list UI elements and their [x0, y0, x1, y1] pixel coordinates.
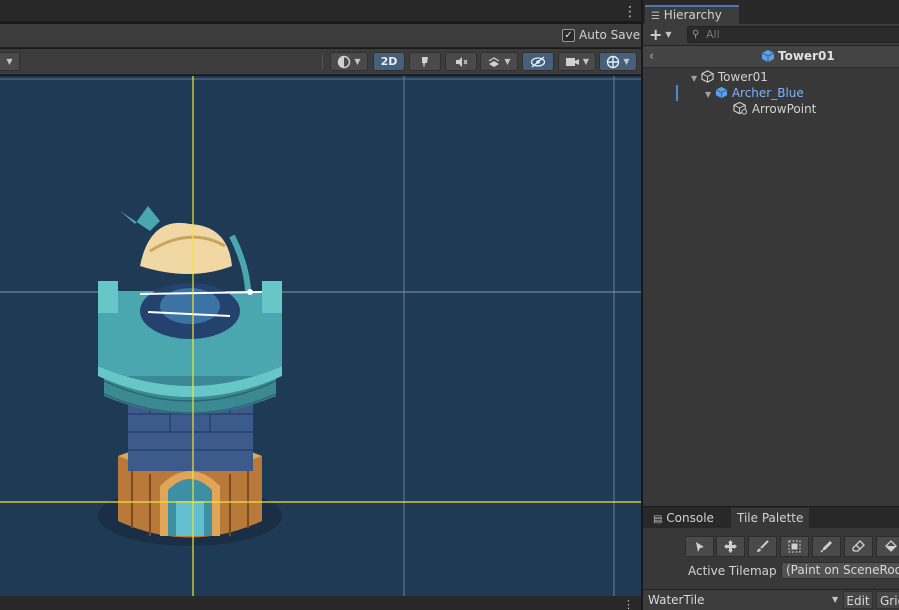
selection-marker: [676, 85, 678, 101]
palette-value: WaterTile: [648, 593, 705, 607]
scene-visibility-toggle[interactable]: [522, 52, 554, 71]
hierarchy-list-icon: ☰: [651, 11, 660, 22]
eraser-tool-button[interactable]: [844, 536, 873, 557]
prefab-cube-icon: [715, 86, 728, 99]
tree-item-tower01[interactable]: ▼ Tower01: [691, 69, 768, 85]
cube-icon: [733, 101, 748, 115]
active-tilemap-label: Active Tilemap: [688, 564, 777, 578]
scene-toolbar: ▼ ▼ 2D ▼ ▼ ▼: [0, 49, 641, 75]
expand-triangle-icon[interactable]: ▼: [705, 90, 711, 99]
tree-item-label: ArrowPoint: [751, 102, 817, 116]
tab-tile-palette[interactable]: Tile Palette: [731, 508, 810, 529]
scene-tab-bar: ⋮: [0, 0, 641, 22]
hierarchy-search-input[interactable]: ⚲ All: [687, 26, 899, 43]
kebab-menu-icon[interactable]: ⋮: [623, 598, 634, 610]
expand-triangle-icon[interactable]: ▼: [691, 74, 697, 83]
bottom-tab-bar: ▤ Console Tile Palette: [643, 506, 899, 529]
cube-icon: [701, 70, 714, 83]
effects-icon: [489, 56, 500, 67]
palette-dropdown[interactable]: WaterTile ▼: [645, 591, 841, 609]
palette-row: WaterTile ▼ Edit Grid: [643, 589, 899, 610]
active-tilemap-value: (Paint on SceneRoo: [786, 563, 899, 577]
search-icon: ⚲: [692, 29, 700, 40]
picker-tool-icon: [820, 541, 832, 553]
tab-hierarchy[interactable]: ☰ Hierarchy: [645, 5, 739, 24]
toolbar-divider: [322, 54, 323, 70]
lighting-toggle[interactable]: [409, 52, 441, 71]
tab-console[interactable]: ▤ Console: [647, 508, 720, 529]
tile-palette-panel: Active Tilemap (Paint on SceneRoo: [643, 528, 899, 588]
eraser-tool-icon: [852, 540, 865, 552]
tree-item-label: Archer_Blue: [731, 86, 804, 100]
chevron-down-icon: ▼: [832, 595, 839, 604]
active-tilemap-dropdown[interactable]: (Paint on SceneRoo: [781, 562, 899, 579]
hierarchy-prefab-header: ‹ Tower01: [643, 46, 899, 68]
camera-dropdown[interactable]: ▼: [558, 52, 596, 71]
view-2d-toggle[interactable]: 2D: [373, 52, 405, 71]
back-icon[interactable]: ‹: [649, 49, 654, 64]
visibility-icon: [530, 56, 546, 67]
tree-item-label: Tower01: [717, 70, 768, 84]
add-object-button[interactable]: + ▼: [649, 26, 681, 43]
brush-tool-icon: [757, 540, 769, 552]
gizmos-icon: [607, 55, 620, 68]
fill-tool-button[interactable]: [876, 536, 899, 557]
prefab-title: Tower01: [778, 49, 835, 63]
grid-toggle-button[interactable]: Grid: [876, 591, 899, 609]
fill-tool-icon: [884, 540, 897, 552]
hierarchy-toolbar: + ▼ ⚲ All: [643, 24, 899, 46]
box-fill-tool-button[interactable]: [780, 536, 809, 557]
effects-dropdown[interactable]: ▼: [480, 52, 518, 71]
tab-hierarchy-label: Hierarchy: [663, 8, 722, 22]
auto-save-checkbox[interactable]: ✓: [562, 29, 575, 42]
scene-canvas: [0, 76, 641, 596]
select-tool-icon: [695, 541, 704, 552]
search-placeholder: All: [706, 28, 720, 41]
hierarchy-tab-bar: ☰ Hierarchy: [643, 0, 899, 24]
tree-item-arrowpoint[interactable]: ArrowPoint: [733, 101, 816, 117]
picker-tool-button[interactable]: [812, 536, 841, 557]
plus-icon: +: [649, 24, 663, 44]
tower-sprite: [98, 206, 282, 538]
audio-mute-icon: [456, 56, 468, 67]
tab-console-label: Console: [666, 511, 714, 525]
tree-item-archer-blue[interactable]: ▼ Archer_Blue: [705, 85, 804, 101]
scene-toolbar-top: ✓ Auto Save: [0, 24, 641, 48]
box-fill-tool-icon: [788, 540, 801, 553]
auto-save-label: Auto Save: [579, 28, 641, 42]
shading-mode-button[interactable]: ▼: [330, 52, 368, 71]
prefab-cube-icon: [761, 50, 775, 62]
chevron-down-icon: ▼: [665, 30, 672, 39]
hierarchy-tree: ▼ Tower01 ▼ Archer_Blue ArrowPoint: [643, 68, 899, 505]
move-tool-button[interactable]: [716, 536, 745, 557]
tool-dropdown[interactable]: ▼: [0, 52, 20, 71]
shading-mode-icon: [338, 55, 351, 68]
kebab-menu-icon[interactable]: ⋮: [623, 5, 637, 19]
camera-icon: [565, 57, 579, 66]
tab-tile-palette-label: Tile Palette: [737, 511, 804, 525]
move-tool-icon: [724, 540, 737, 553]
gizmos-dropdown[interactable]: ▼: [599, 52, 637, 71]
scene-viewport[interactable]: [0, 76, 641, 596]
brush-tool-button[interactable]: [748, 536, 777, 557]
console-icon: ▤: [653, 514, 663, 525]
lighting-icon: [422, 56, 428, 68]
right-panel: ☰ Hierarchy + ▼ ⚲ All ‹ Tower01 ▼ Tower0…: [642, 0, 899, 610]
select-tool-button[interactable]: [685, 536, 714, 557]
scene-bottom-bar: ⋮: [0, 596, 641, 610]
chevron-down-icon: ▼: [6, 57, 13, 66]
edit-palette-button[interactable]: Edit: [843, 591, 873, 609]
audio-toggle[interactable]: [445, 52, 477, 71]
